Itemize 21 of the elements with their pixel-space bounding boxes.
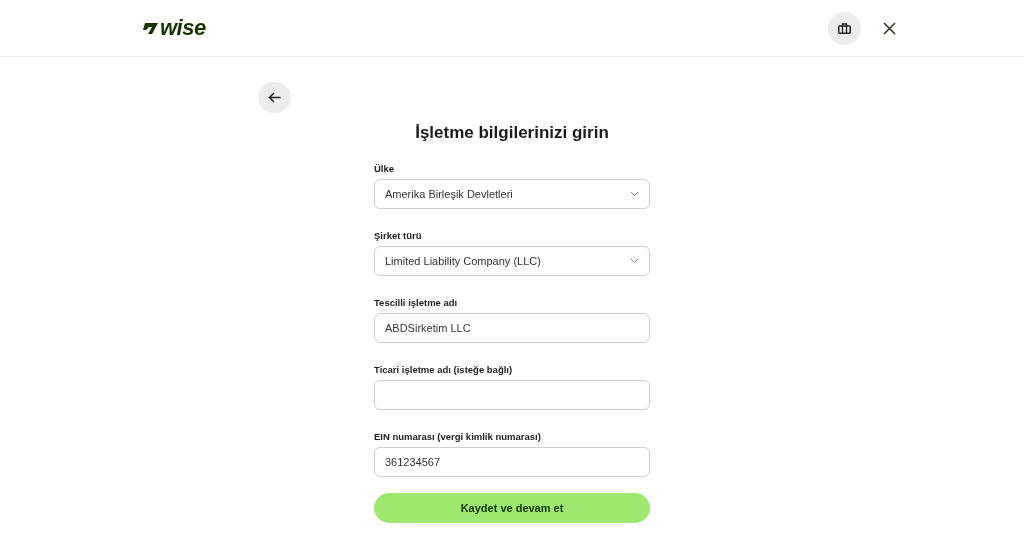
field-label: Ticari işletme adı (isteğe bağlı) xyxy=(374,364,514,375)
logo-text: wise xyxy=(160,17,206,39)
business-button[interactable] xyxy=(828,11,861,45)
field-label: Şirket türü xyxy=(374,230,423,241)
back-button[interactable] xyxy=(258,82,291,113)
page-title: İşletme bilgilerinizi girin xyxy=(415,123,609,143)
field-label: Tescilli işletme adı xyxy=(374,297,459,308)
chevron-down-icon xyxy=(630,258,639,264)
arrow-left-icon xyxy=(268,92,281,103)
close-icon xyxy=(882,21,896,35)
select-field[interactable]: Limited Liability Company (LLC) xyxy=(374,246,650,276)
input-field[interactable]: ABDSirketim LLC xyxy=(374,313,650,343)
field-label: EIN numarası (vergi kimlik numarası) xyxy=(374,431,542,442)
chevron-down-icon xyxy=(630,191,639,197)
input-field[interactable]: 361234567 xyxy=(374,447,650,477)
input-field[interactable] xyxy=(374,380,650,410)
flag-icon xyxy=(143,21,159,35)
submit-button[interactable]: Kaydet ve devam et xyxy=(374,493,650,523)
field-label: Ülke xyxy=(374,163,396,174)
select-field[interactable]: Amerika Birleşik Devletleri xyxy=(374,179,650,209)
briefcase-icon xyxy=(838,22,851,34)
